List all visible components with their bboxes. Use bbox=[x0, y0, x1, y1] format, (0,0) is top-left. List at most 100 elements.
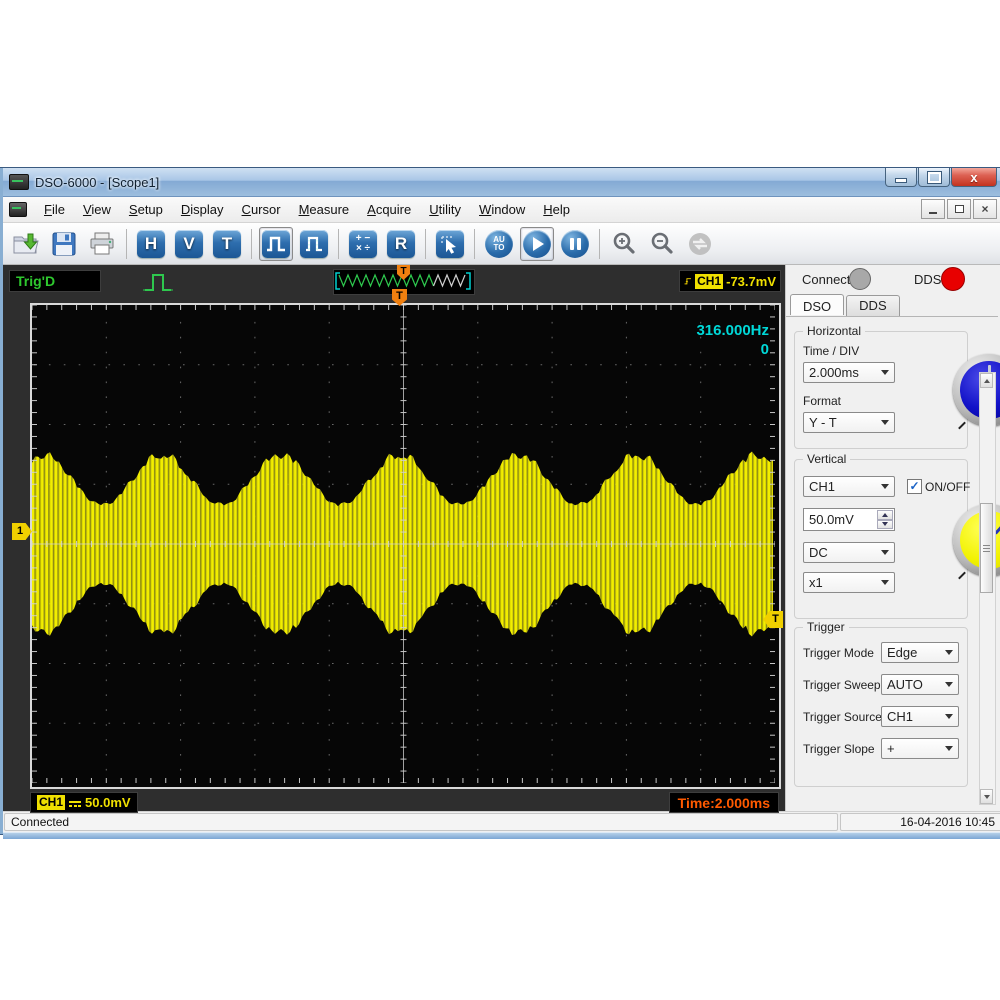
close-button[interactable]: x bbox=[951, 168, 997, 187]
tab-dds[interactable]: DDS bbox=[846, 295, 900, 316]
menu-utility[interactable]: Utility bbox=[420, 199, 470, 220]
chevron-down-icon bbox=[945, 714, 953, 719]
trigger-row-label: Trigger Mode bbox=[803, 646, 874, 660]
chevron-down-icon bbox=[945, 682, 953, 687]
minimize-icon bbox=[895, 177, 907, 183]
status-bar: Connected 16-04-2016 10:45 bbox=[3, 811, 1000, 832]
child-restore-button[interactable] bbox=[947, 199, 971, 219]
counter-readout: 0 bbox=[760, 341, 769, 358]
connect-label: Connect: bbox=[802, 272, 855, 287]
vertical-panel-button-icon: V bbox=[175, 229, 203, 258]
trigger-group: Trigger Trigger Mode Edge Trigger Sweep AUT… bbox=[794, 620, 968, 787]
trigger-group-title: Trigger bbox=[803, 620, 849, 634]
child-close-button[interactable]: × bbox=[973, 199, 997, 219]
menu-display[interactable]: Display bbox=[172, 199, 233, 220]
zoom-in-icon bbox=[611, 231, 637, 257]
horizontal-panel-button[interactable]: H bbox=[134, 227, 168, 261]
control-panel: Connect: DDS: DSO DDS Horizontal Time / … bbox=[785, 265, 1000, 811]
save-button[interactable] bbox=[47, 227, 81, 261]
dds-indicator[interactable] bbox=[941, 267, 965, 291]
play-icon bbox=[523, 229, 551, 258]
print-button[interactable] bbox=[85, 227, 119, 261]
trigger-readout: CH1 -73.7mV bbox=[679, 270, 781, 292]
child-minimize-button[interactable] bbox=[921, 199, 945, 219]
cursor-measure-icon bbox=[436, 229, 464, 258]
menu-cursor[interactable]: Cursor bbox=[233, 199, 290, 220]
timebase-readout: Time:2.000ms bbox=[668, 792, 779, 813]
menu-file[interactable]: File bbox=[35, 199, 74, 220]
open-button[interactable] bbox=[9, 227, 43, 261]
dc-coupling-icon bbox=[69, 799, 82, 807]
run-button[interactable] bbox=[520, 226, 554, 261]
ch1-chip: CH1 bbox=[37, 795, 66, 810]
pulse-icon bbox=[262, 229, 290, 258]
trigger-row: Trigger Source CH1 bbox=[803, 706, 959, 728]
zoom-out-button[interactable] bbox=[645, 227, 679, 261]
child-window-icon[interactable] bbox=[9, 202, 27, 217]
onoff-label: ON/OFF bbox=[925, 480, 971, 494]
chevron-down-icon bbox=[881, 420, 889, 425]
title-bar[interactable]: DSO-6000 - [Scope1] x bbox=[3, 168, 1000, 197]
trigger-row: Trigger Sweep AUTO bbox=[803, 674, 959, 696]
close-icon: x bbox=[970, 169, 978, 185]
trigger-row-label: Trigger Sweep bbox=[803, 678, 881, 692]
spin-down-icon[interactable] bbox=[877, 519, 893, 529]
maximize-button[interactable] bbox=[918, 168, 950, 187]
toolbar-separator bbox=[251, 228, 252, 259]
scrollbar-thumb[interactable] bbox=[980, 503, 993, 593]
spin-up-icon[interactable] bbox=[877, 510, 893, 520]
volts-div-spinner[interactable]: 50.0mV bbox=[803, 508, 895, 531]
panel-scrollbar[interactable] bbox=[979, 372, 996, 805]
vertical-panel-button[interactable]: V bbox=[172, 227, 206, 261]
time-div-select[interactable]: 2.000ms bbox=[803, 362, 895, 383]
channel-select[interactable]: CH1 bbox=[803, 476, 895, 497]
ch1-reference-marker[interactable]: 1 bbox=[12, 523, 32, 540]
window-bottom-border bbox=[3, 832, 1000, 839]
waveform-dot-mode-button[interactable] bbox=[297, 227, 331, 261]
pause-icon bbox=[561, 229, 589, 258]
scroll-down-icon[interactable] bbox=[980, 789, 993, 804]
trigger-slope-select[interactable]: + bbox=[881, 738, 959, 759]
trigger-sweep-select[interactable]: AUTO bbox=[881, 674, 959, 695]
pause-button[interactable] bbox=[558, 227, 592, 261]
menu-measure[interactable]: Measure bbox=[290, 199, 359, 220]
trigger-panel-button[interactable]: T bbox=[210, 227, 244, 261]
chevron-down-icon bbox=[881, 550, 889, 555]
open-icon bbox=[12, 231, 40, 257]
menu-acquire[interactable]: Acquire bbox=[358, 199, 420, 220]
trigger-row-label: Trigger Slope bbox=[803, 742, 875, 756]
child-restore-icon bbox=[954, 203, 967, 213]
print-icon bbox=[88, 231, 116, 257]
tab-dso[interactable]: DSO bbox=[790, 294, 845, 315]
scope-screen[interactable]: 316.000Hz 0 bbox=[30, 303, 781, 789]
trigger-row: Trigger Slope + bbox=[803, 738, 959, 760]
refresh-acquire-button[interactable]: R bbox=[384, 227, 418, 261]
chevron-down-icon bbox=[881, 580, 889, 585]
trigger-level-value: -73.7mV bbox=[726, 273, 776, 289]
trigger-mode-select[interactable]: Edge bbox=[881, 642, 959, 663]
menu-setup[interactable]: Setup bbox=[120, 199, 172, 220]
connect-indicator[interactable] bbox=[849, 268, 871, 290]
zoom-in-button[interactable] bbox=[607, 227, 641, 261]
refresh-acquire-button-icon: R bbox=[387, 229, 415, 258]
format-select[interactable]: Y - T bbox=[803, 412, 895, 433]
chevron-down-icon bbox=[881, 484, 889, 489]
menu-window[interactable]: Window bbox=[470, 199, 534, 220]
trigger-source-select[interactable]: CH1 bbox=[881, 706, 959, 727]
ch1-scale-readout: CH1 50.0mV bbox=[30, 792, 138, 813]
math-button[interactable]: + − × ÷ bbox=[346, 227, 380, 261]
waveform-mode-button[interactable] bbox=[259, 226, 293, 261]
rising-edge-icon bbox=[684, 278, 691, 285]
cursor-measure-button[interactable] bbox=[433, 227, 467, 261]
scroll-up-icon[interactable] bbox=[980, 373, 993, 388]
menu-view[interactable]: View bbox=[74, 199, 120, 220]
minimize-button[interactable] bbox=[885, 168, 917, 187]
autoset-button[interactable]: AU TO bbox=[482, 227, 516, 261]
connection-status: Connected bbox=[4, 813, 838, 831]
panel-tabs: DSO DDS bbox=[790, 294, 902, 316]
save-icon bbox=[51, 231, 77, 257]
probe-select[interactable]: x1 bbox=[803, 572, 895, 593]
menu-help[interactable]: Help bbox=[534, 199, 579, 220]
onoff-checkbox[interactable] bbox=[907, 479, 922, 494]
coupling-select[interactable]: DC bbox=[803, 542, 895, 563]
